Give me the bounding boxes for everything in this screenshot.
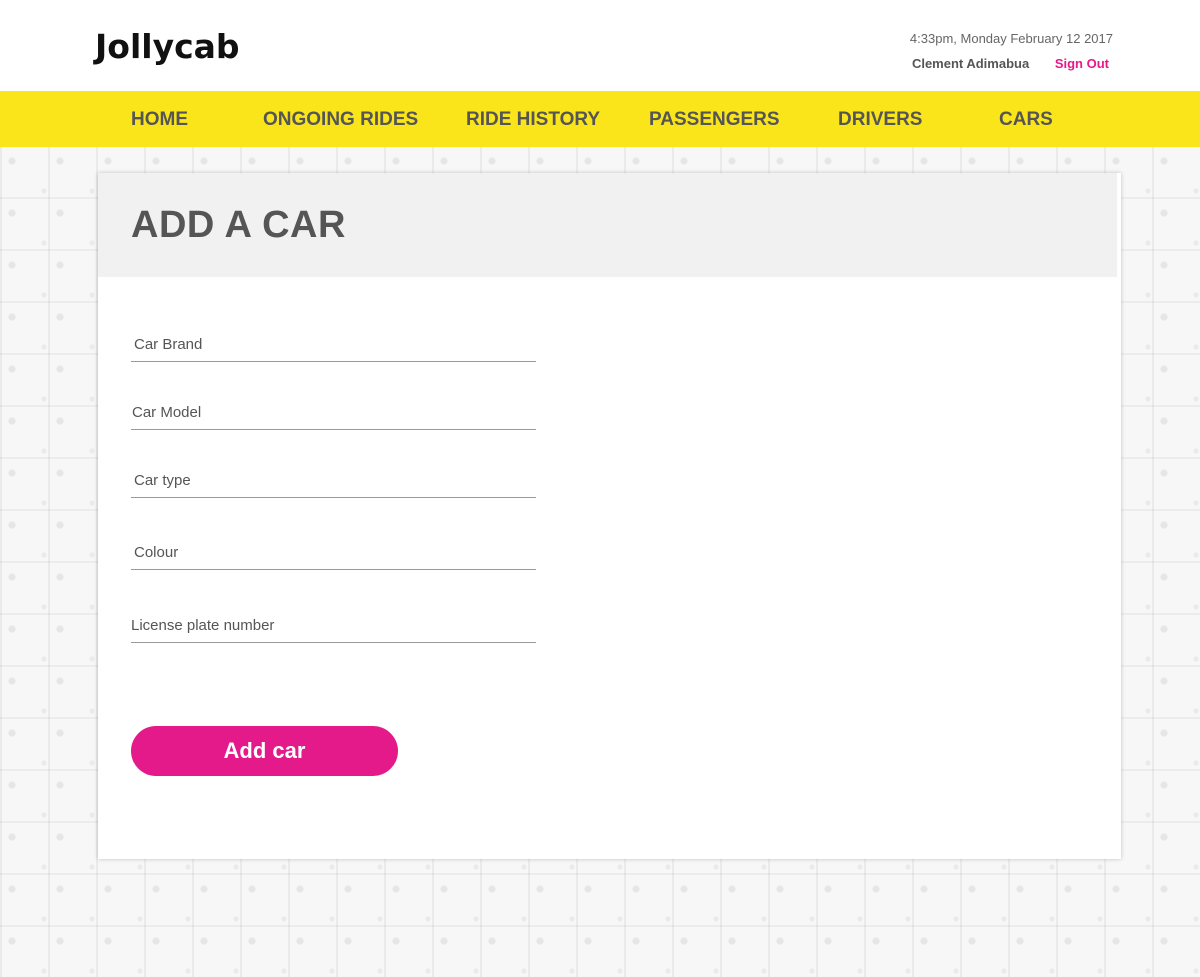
car-brand-input[interactable] — [134, 336, 534, 353]
current-datetime: 4:33pm, Monday February 12 2017 — [909, 31, 1113, 46]
car-model-input[interactable] — [132, 404, 532, 421]
car-type-field — [131, 457, 536, 498]
colour-input[interactable] — [134, 544, 534, 561]
add-car-card: ADD A CAR Add car — [98, 173, 1121, 859]
header-user-info: 4:33pm, Monday February 12 2017 Clement … — [910, 31, 1113, 72]
sign-out-link[interactable]: Sign Out — [1055, 56, 1109, 71]
nav-item-ride-history[interactable]: RIDE HISTORY — [466, 109, 600, 131]
card-header: ADD A CAR — [98, 173, 1117, 277]
license-plate-field — [131, 602, 536, 643]
user-name: Clement Adimabua — [911, 56, 1030, 71]
jollycab-logo[interactable]: Jollycab — [95, 30, 240, 63]
nav-item-ongoing-rides[interactable]: ONGOING RIDES — [263, 109, 418, 131]
nav-item-home[interactable]: HOME — [131, 109, 188, 131]
user-row: Clement Adimabua Sign Out — [910, 56, 1113, 72]
page-title: ADD A CAR — [131, 204, 346, 246]
add-car-button[interactable]: Add car — [131, 726, 398, 776]
car-model-field — [131, 389, 536, 430]
colour-field — [131, 529, 536, 570]
nav-item-drivers[interactable]: DRIVERS — [838, 109, 922, 131]
car-brand-field — [131, 321, 536, 362]
top-header: Jollycab 4:33pm, Monday February 12 2017… — [0, 0, 1200, 91]
main-nav: HOME ONGOING RIDES RIDE HISTORY PASSENGE… — [0, 91, 1200, 147]
nav-item-passengers[interactable]: PASSENGERS — [649, 109, 780, 131]
car-type-input[interactable] — [134, 472, 534, 489]
nav-item-cars[interactable]: CARS — [999, 109, 1053, 131]
license-plate-input[interactable] — [131, 617, 531, 634]
